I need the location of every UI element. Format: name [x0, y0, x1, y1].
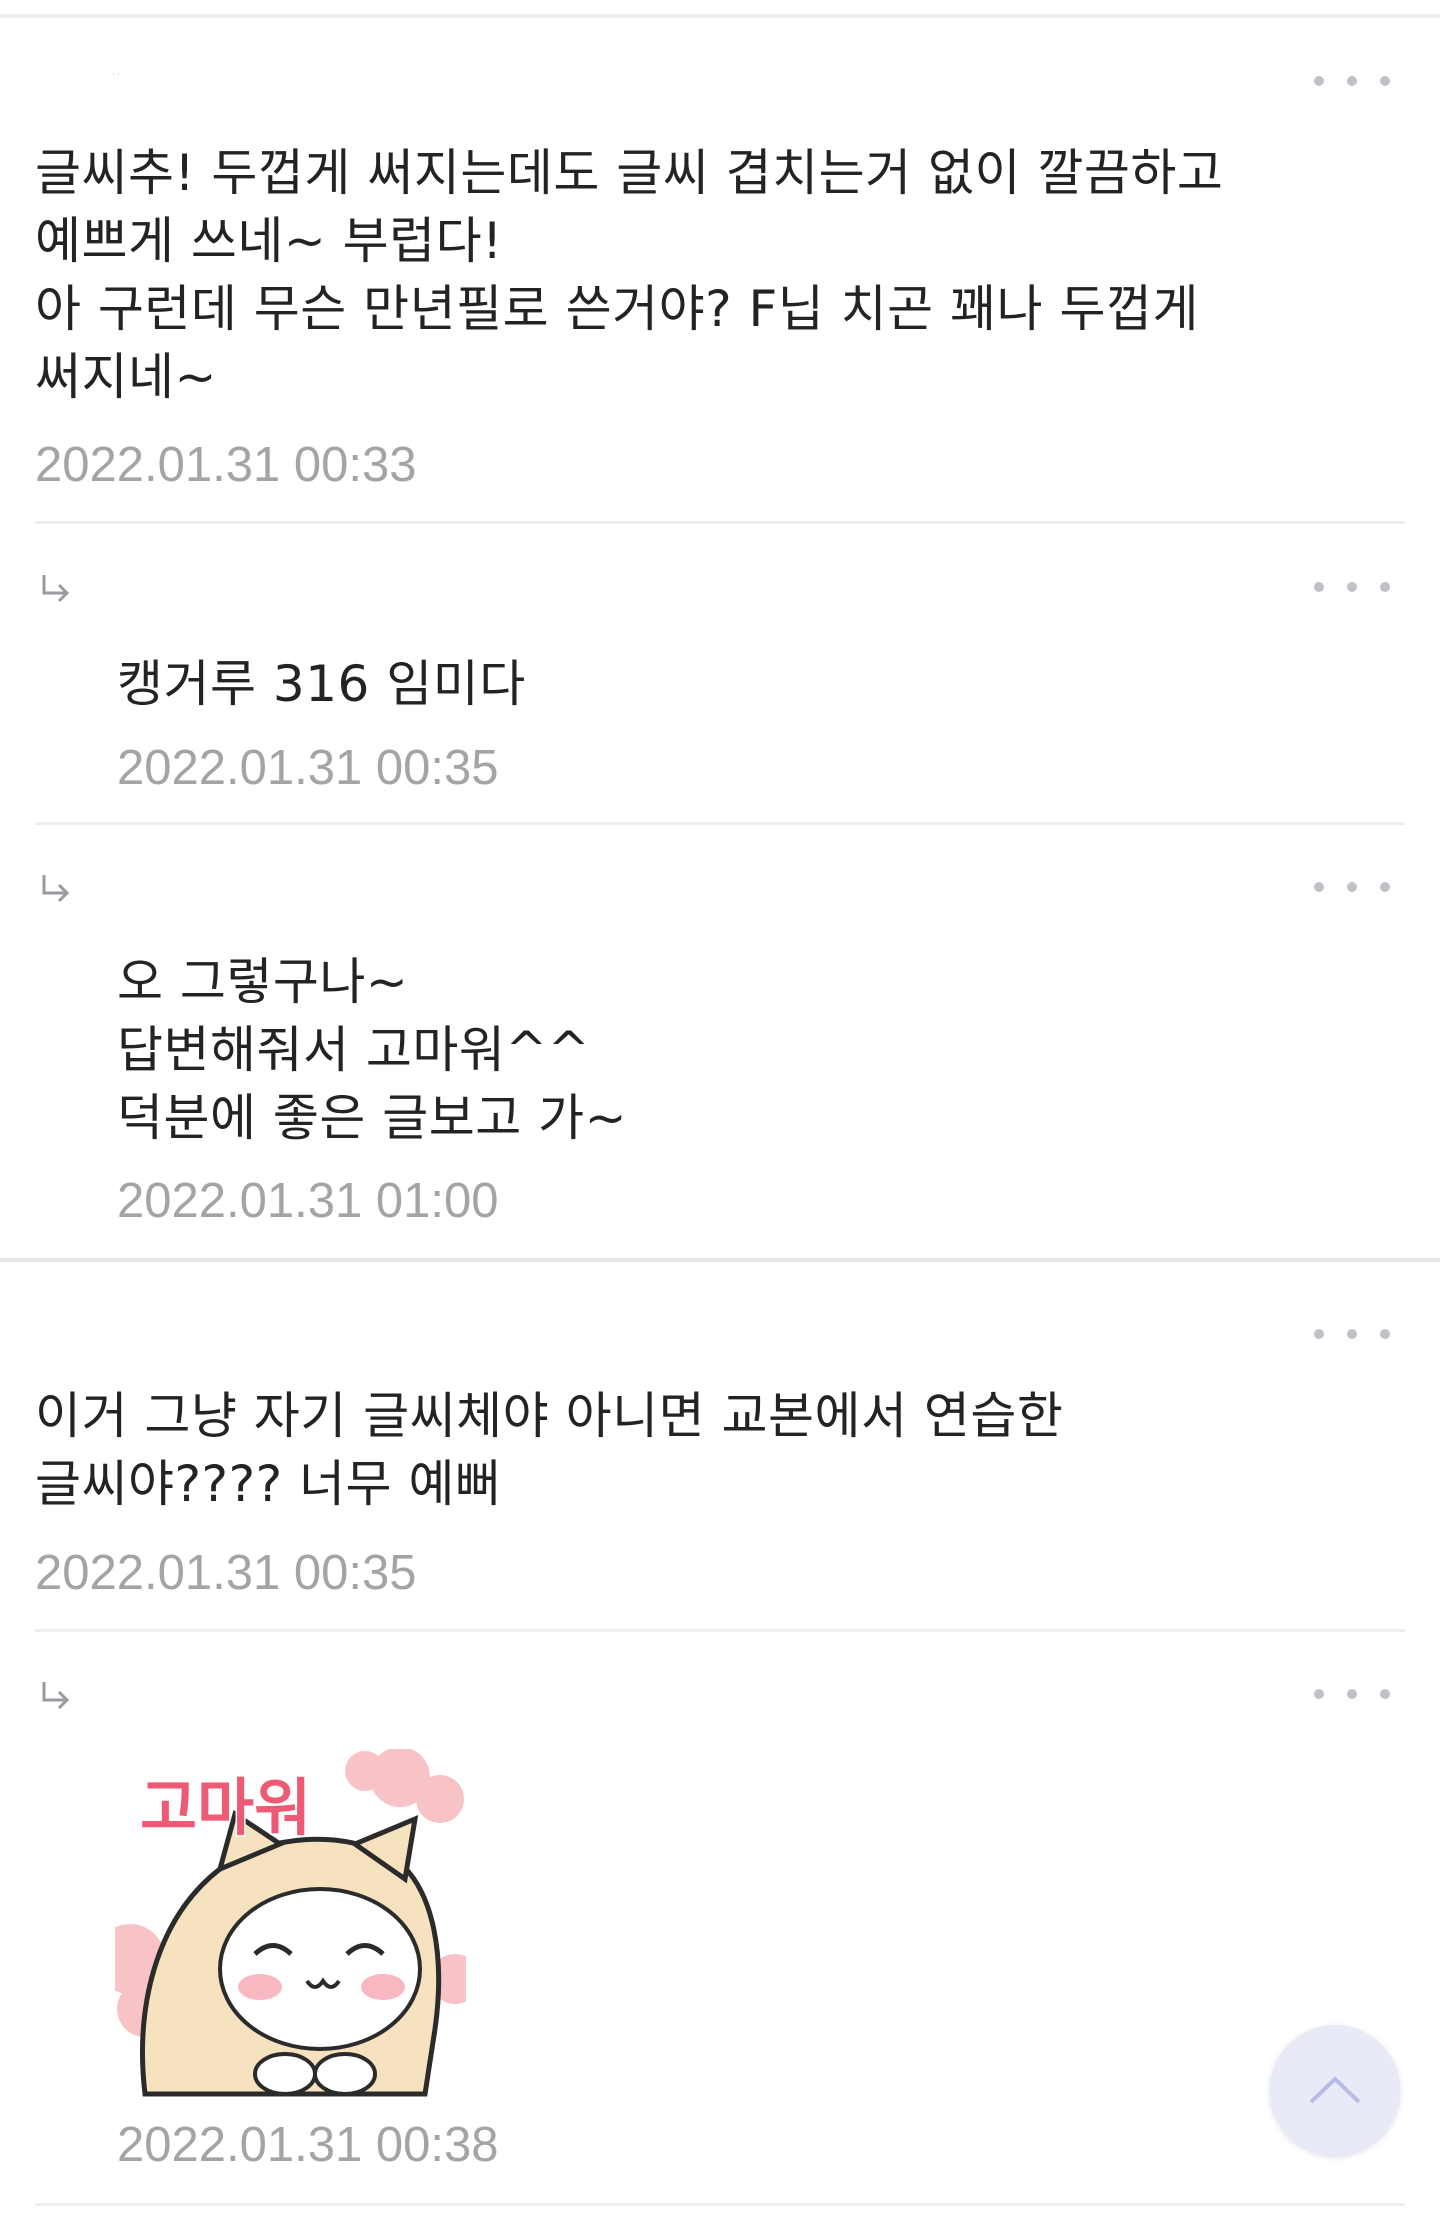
reply-text: 오 그렇구나~ 답변해줘서 고마워^^ 덕분에 좋은 글보고 가~	[117, 953, 628, 1147]
reply: 오 그렇구나~ 답변해줘서 고마워^^ 덕분에 좋은 글보고 가~ 2022.0…	[0, 825, 1440, 1260]
reply: 고마워 2022.01.31 00:38	[0, 1632, 1440, 2207]
reply-arrow-icon	[42, 1682, 70, 1710]
scroll-to-top-button[interactable]	[1270, 2025, 1400, 2155]
comment: 이거 그냥 자기 글씨체야 아니면 교본에서 연습한 글씨야???? 너무 예뻐…	[0, 1262, 1440, 1632]
more-dots-icon	[1314, 76, 1324, 86]
divider	[35, 2203, 1405, 2206]
comment-text: 이거 그냥 자기 글씨체야 아니면 교본에서 연습한 글씨야???? 너무 예뻐	[35, 1387, 1064, 1513]
reply-arrow-icon	[42, 875, 70, 903]
comment-date: 2022.01.31 00:35	[35, 1546, 417, 1600]
more-dots-icon	[1314, 882, 1324, 892]
comment-date: 2022.01.31 00:33	[35, 438, 417, 492]
reply-text: 캥거루 316 임미다	[117, 655, 526, 713]
comment: ·· 글씨추! 두껍게 써지는데도 글씨 겹치는거 없이 깔끔하고 예쁘게 쓰네…	[0, 0, 1440, 525]
more-dots-icon	[1314, 1689, 1324, 1699]
more-options-button[interactable]	[1314, 577, 1390, 597]
reply-arrow-icon	[42, 575, 70, 603]
sticker-text: 고마워	[140, 1771, 311, 1844]
comment-text: 글씨추! 두껍게 써지는데도 글씨 겹치는거 없이 깔끔하고 예쁘게 쓰네~ 부…	[35, 144, 1224, 406]
reply-date: 2022.01.31 01:00	[117, 1174, 499, 1228]
comment-author[interactable]: ··	[112, 70, 122, 81]
reply: 캥거루 316 임미다 2022.01.31 00:35	[0, 525, 1440, 825]
thank-you-sticker[interactable]: 고마워	[115, 1749, 466, 2100]
more-options-button[interactable]	[1314, 877, 1390, 897]
more-dots-icon	[1314, 1329, 1324, 1339]
more-options-button[interactable]	[1314, 71, 1390, 91]
chevron-up-icon	[1309, 2076, 1361, 2104]
more-options-button[interactable]	[1314, 1684, 1390, 1704]
more-options-button[interactable]	[1314, 1324, 1390, 1344]
reply-date: 2022.01.31 00:38	[117, 2118, 499, 2172]
reply-date: 2022.01.31 00:35	[117, 741, 499, 795]
divider	[35, 521, 1405, 524]
more-dots-icon	[1314, 582, 1324, 592]
